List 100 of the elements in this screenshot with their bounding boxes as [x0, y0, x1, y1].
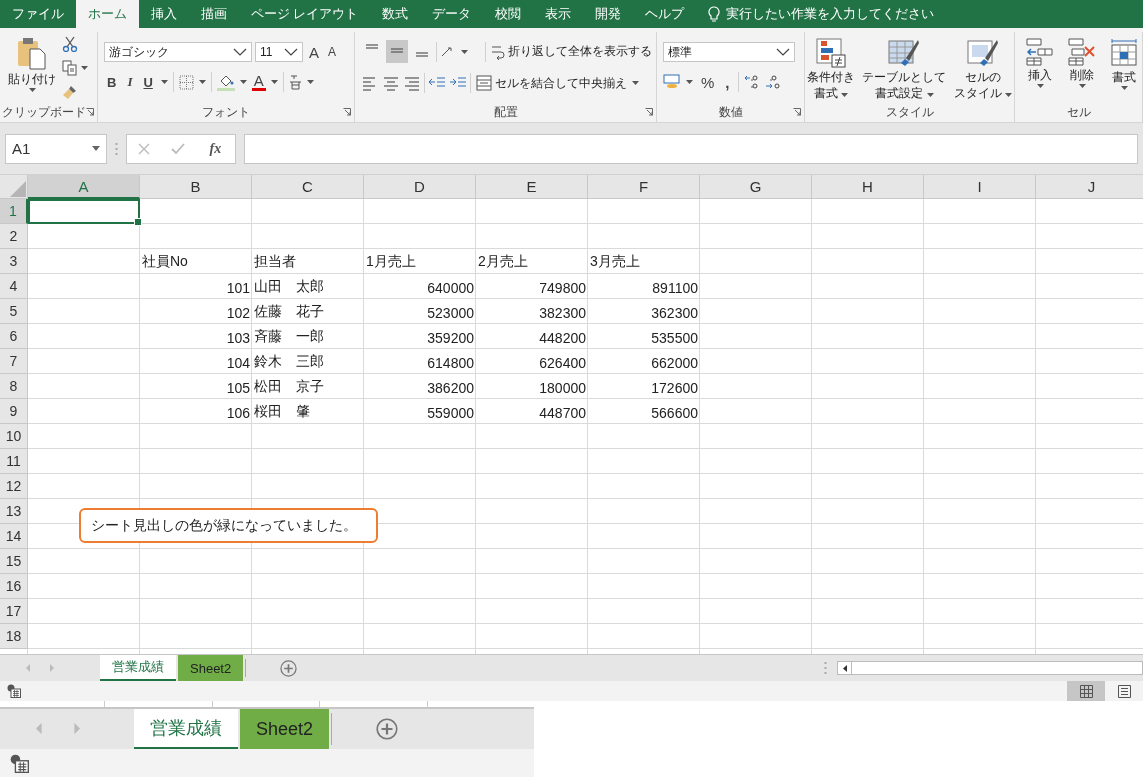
column-header[interactable]: G [700, 175, 812, 199]
row-header[interactable]: 8 [0, 374, 28, 399]
align-center-icon[interactable] [382, 75, 400, 91]
ribbon-tab[interactable]: ファイル [0, 0, 76, 28]
comma-button[interactable]: , [722, 73, 733, 91]
brush-icon[interactable] [62, 84, 78, 100]
cell-button[interactable]: 書式 [1108, 38, 1140, 102]
ribbon-tab[interactable]: 描画 [189, 0, 239, 28]
add-sheet-icon[interactable] [280, 659, 298, 677]
row-header[interactable]: 3 [0, 249, 28, 274]
dialog-launcher-icon[interactable] [793, 108, 801, 116]
dialog-launcher-icon[interactable] [86, 108, 94, 116]
column-header[interactable]: A [28, 175, 140, 199]
row-header[interactable]: 10 [0, 424, 28, 449]
row-header[interactable]: 2 [0, 224, 28, 249]
style-button[interactable]: テーブルとして 書式設定 [862, 38, 947, 102]
column-header[interactable]: J [1036, 175, 1143, 199]
style-button[interactable]: セルの スタイル [953, 38, 1012, 102]
ribbon-tab[interactable]: データ [420, 0, 484, 28]
row-header[interactable]: 5 [0, 299, 28, 324]
row-header[interactable]: 13 [0, 499, 28, 524]
active-cell[interactable] [28, 199, 140, 224]
row-header[interactable]: 4 [0, 274, 28, 299]
copy-icon[interactable] [62, 60, 78, 76]
row-header[interactable]: 1 [0, 199, 28, 224]
sheet-tab[interactable]: 営業成績 [134, 709, 238, 749]
ribbon-tab[interactable]: ホーム [76, 0, 139, 28]
decrease-decimal-icon[interactable] [764, 74, 781, 90]
column-header[interactable]: D [364, 175, 476, 199]
ribbon-tab[interactable]: ページ レイアウト [239, 0, 371, 28]
ribbon-tab[interactable]: 数式 [370, 0, 421, 28]
sheet-tab[interactable]: Sheet2 [240, 709, 330, 749]
grow-font-button[interactable]: A [306, 43, 322, 61]
align-right-icon[interactable] [403, 75, 421, 91]
underline-button[interactable]: U [140, 74, 156, 90]
column-header[interactable]: B [140, 175, 252, 199]
macro-record-icon[interactable] [7, 684, 21, 698]
row-header[interactable]: 14 [0, 524, 28, 549]
paste-button[interactable]: 貼り付け [6, 36, 58, 102]
ribbon-tab[interactable]: ヘルプ [633, 0, 697, 28]
scissors-icon[interactable] [62, 36, 78, 52]
ribbon-tab[interactable]: 開発 [583, 0, 634, 28]
row-header[interactable]: 16 [0, 574, 28, 599]
dialog-launcher-icon[interactable] [343, 108, 351, 116]
row-header[interactable]: 11 [0, 449, 28, 474]
row-header[interactable]: 18 [0, 624, 28, 649]
cell-button[interactable]: 挿入 [1024, 38, 1056, 102]
percent-button[interactable]: % [698, 73, 718, 91]
normal-view-button[interactable] [1067, 681, 1105, 701]
sheet-tab[interactable]: Sheet2 [178, 655, 244, 681]
grid-icon [1079, 684, 1093, 698]
increase-decimal-icon[interactable] [743, 74, 760, 90]
font-color-button[interactable]: A [251, 73, 266, 91]
vertical-align-button[interactable] [386, 40, 408, 63]
row-header[interactable]: 6 [0, 324, 28, 349]
table-cell-text: 松田 京子 [253, 377, 325, 396]
cancel-icon[interactable] [137, 142, 150, 155]
currency-icon[interactable] [663, 74, 681, 90]
italic-button[interactable]: I [124, 74, 136, 90]
name-box[interactable]: A1 [5, 133, 107, 164]
sheet-tab[interactable]: 営業成績 [100, 655, 176, 681]
column-header[interactable]: E [476, 175, 588, 199]
merge-center-button[interactable]: セルを結合して中央揃え [474, 73, 629, 93]
ribbon-tab[interactable]: 表示 [533, 0, 584, 28]
column-header[interactable]: H [812, 175, 924, 199]
ribbon-tab[interactable]: 挿入 [139, 0, 189, 28]
formula-input[interactable] [244, 133, 1138, 164]
borders-icon[interactable] [178, 74, 194, 90]
horizontal-scrollbar[interactable] [837, 661, 1143, 675]
insert-function-button[interactable]: fx [206, 140, 225, 157]
group-label: クリップボード [2, 103, 86, 121]
dialog-launcher-icon[interactable] [645, 108, 653, 116]
fill-handle[interactable] [134, 218, 142, 226]
ribbon-tab[interactable]: 校閲 [483, 0, 534, 28]
check-icon[interactable] [171, 142, 186, 155]
wrap-text-button[interactable]: 折り返して全体を表示する [489, 42, 654, 61]
font-name-dropdown[interactable]: 游ゴシック [104, 42, 252, 62]
column-header[interactable]: I [924, 175, 1036, 199]
row-header[interactable]: 17 [0, 599, 28, 624]
bold-button[interactable]: B [104, 74, 120, 90]
column-header[interactable]: F [588, 175, 700, 199]
fill-color-icon[interactable] [216, 73, 235, 91]
cell-button[interactable]: 削除 [1066, 38, 1098, 102]
number-format-dropdown[interactable]: 標準 [663, 42, 795, 62]
add-sheet-icon[interactable] [376, 718, 399, 740]
row-header[interactable]: 7 [0, 349, 28, 374]
phonetic-icon[interactable] [288, 74, 302, 90]
scroll-left-icon[interactable] [842, 664, 847, 672]
row-header[interactable]: 9 [0, 399, 28, 424]
column-header[interactable]: C [252, 175, 364, 199]
tell-me-field[interactable]: 実行したい作業を入力してください [726, 7, 967, 21]
row-header[interactable]: 15 [0, 549, 28, 574]
row-header[interactable]: 12 [0, 474, 28, 499]
shrink-font-button[interactable]: A [325, 45, 340, 59]
macro-record-icon[interactable] [10, 754, 29, 773]
chevron-icon [233, 48, 247, 56]
style-button[interactable]: 条件付き 書式 [807, 38, 855, 102]
table-cell-text: 社員No [141, 252, 189, 271]
callout-note: シート見出しの色が緑になっていました。 [79, 508, 378, 543]
font-size-dropdown[interactable]: 11 [255, 42, 303, 62]
